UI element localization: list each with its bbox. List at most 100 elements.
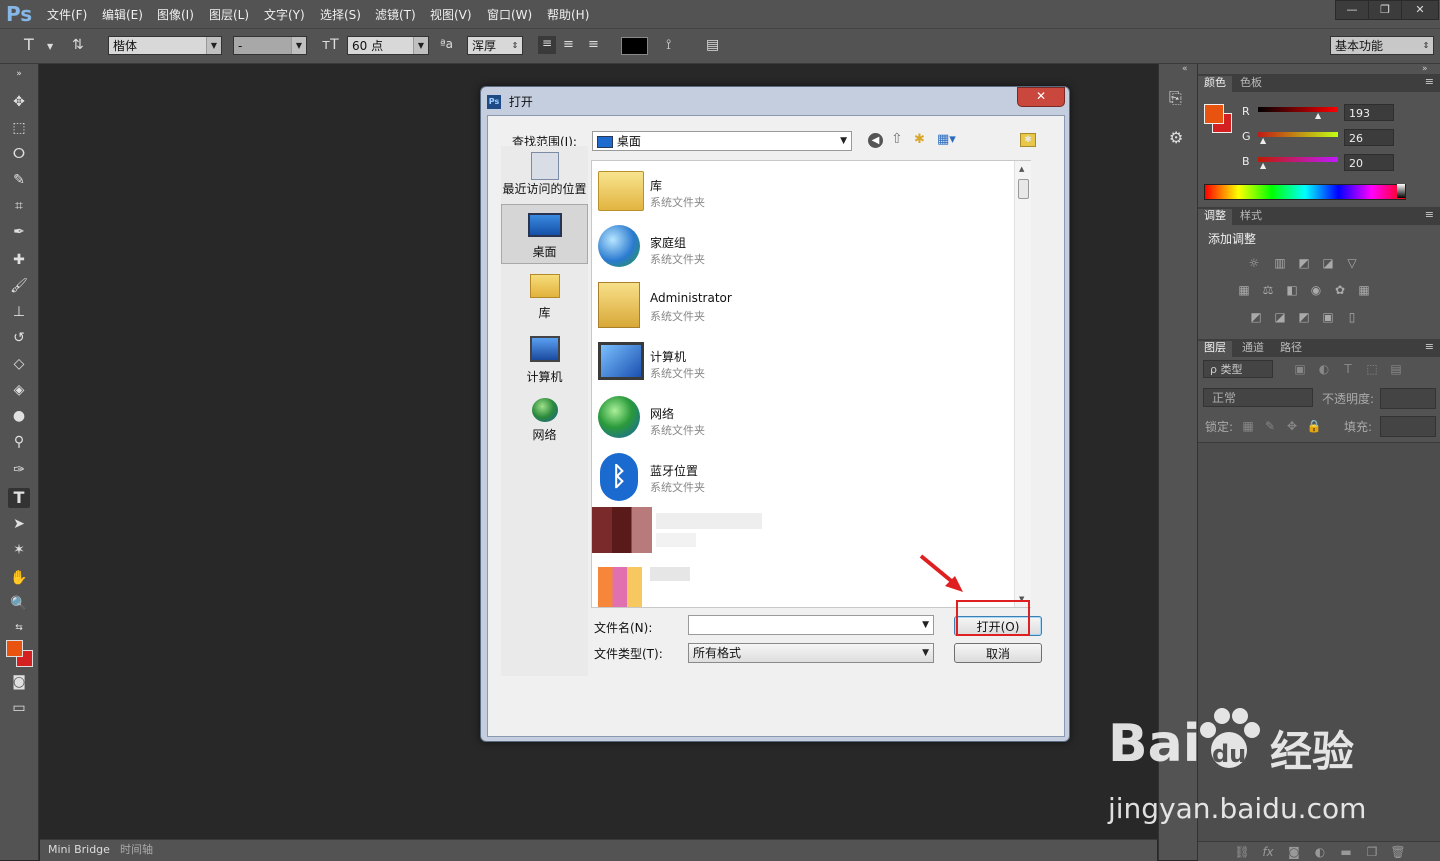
text-color-swatch[interactable]: [621, 37, 648, 55]
exposure-icon[interactable]: ◪: [1320, 256, 1336, 270]
place-library[interactable]: 库: [501, 270, 588, 324]
blue-slider[interactable]: [1258, 157, 1338, 162]
gradient-map-icon[interactable]: ▯: [1344, 310, 1360, 324]
scroll-thumb[interactable]: [1018, 179, 1029, 199]
threshold-icon[interactable]: ◩: [1296, 310, 1312, 324]
link-layers-icon[interactable]: ⛓: [1234, 845, 1250, 859]
panel-menu-icon[interactable]: ≡: [1425, 340, 1434, 353]
menu-type[interactable]: 文字(Y): [264, 6, 305, 23]
menu-edit[interactable]: 编辑(E): [102, 6, 143, 23]
menu-file[interactable]: 文件(F): [47, 6, 87, 23]
crop-tool-icon[interactable]: ⌗: [8, 196, 30, 216]
tab-mini-bridge[interactable]: Mini Bridge: [40, 840, 118, 860]
dialog-close-button[interactable]: ✕: [1017, 87, 1065, 107]
lock-position-icon[interactable]: ✥: [1284, 419, 1300, 433]
clone-stamp-tool-icon[interactable]: ⊥: [8, 302, 30, 322]
red-slider[interactable]: [1258, 107, 1338, 112]
green-value[interactable]: 26: [1344, 129, 1394, 146]
spectrum-bw-ramp[interactable]: [1397, 184, 1405, 198]
selective-color-icon[interactable]: ▣: [1320, 310, 1336, 324]
up-folder-icon[interactable]: ⇧: [891, 131, 903, 147]
antialias-select[interactable]: 浑厚 ⇕: [467, 36, 523, 55]
channel-mixer-icon[interactable]: ✿: [1332, 283, 1348, 297]
healing-brush-tool-icon[interactable]: ✚: [8, 250, 30, 270]
menu-filter[interactable]: 滤镜(T): [375, 6, 416, 23]
warp-text-icon[interactable]: ⟟: [666, 37, 671, 53]
paint-bucket-tool-icon[interactable]: ◈: [8, 380, 30, 400]
new-layer-icon[interactable]: ❐: [1364, 845, 1380, 859]
tab-swatches[interactable]: 色板: [1234, 76, 1268, 92]
lock-all-icon[interactable]: 🔒: [1306, 419, 1322, 433]
tab-styles[interactable]: 样式: [1234, 209, 1268, 225]
workspace-select[interactable]: 基本功能 ⇕: [1330, 36, 1434, 55]
quick-mask-icon[interactable]: ◙: [8, 672, 30, 692]
filter-pixel-icon[interactable]: ▣: [1292, 362, 1308, 376]
new-folder-icon[interactable]: ✱: [914, 132, 925, 147]
posterize-icon[interactable]: ◪: [1272, 310, 1288, 324]
new-group-icon[interactable]: ▬: [1338, 845, 1354, 859]
brightness-icon[interactable]: ☼: [1246, 256, 1262, 270]
place-desktop[interactable]: 桌面: [501, 204, 588, 264]
chevron-down-icon[interactable]: ▼: [47, 42, 53, 51]
place-network[interactable]: 网络: [501, 394, 588, 448]
move-tool-icon[interactable]: ✥: [8, 92, 30, 112]
menu-select[interactable]: 选择(S): [320, 6, 361, 23]
marquee-tool-icon[interactable]: ⬚: [8, 118, 30, 138]
filter-adjustment-icon[interactable]: ◐: [1316, 362, 1332, 376]
tab-color[interactable]: 颜色: [1198, 76, 1232, 92]
history-panel-icon[interactable]: ⎘: [1169, 88, 1182, 108]
panel-collapse-icon[interactable]: »: [8, 64, 30, 84]
list-item[interactable]: 库 系统文件夹: [592, 163, 1012, 217]
type-tool-preset-icon[interactable]: T: [24, 35, 34, 54]
pen-tool-icon[interactable]: ✑: [8, 460, 30, 480]
filetype-select[interactable]: 所有格式 ▼: [688, 643, 934, 663]
panel-menu-icon[interactable]: ≡: [1425, 208, 1434, 221]
place-recent[interactable]: 最近访问的位置: [501, 148, 588, 202]
tab-channels[interactable]: 通道: [1236, 341, 1270, 357]
foreground-color-swatch[interactable]: [6, 640, 23, 657]
scroll-up-icon[interactable]: ▲: [1019, 165, 1024, 173]
dodge-tool-icon[interactable]: ⚲: [8, 432, 30, 452]
list-item[interactable]: [592, 505, 762, 555]
black-white-icon[interactable]: ◧: [1284, 283, 1300, 297]
align-left-icon[interactable]: ≡: [538, 36, 556, 54]
filter-smart-icon[interactable]: ▤: [1388, 362, 1404, 376]
expand-panels-icon[interactable]: «: [1182, 64, 1188, 74]
list-item[interactable]: 计算机 系统文件夹: [592, 334, 1012, 388]
blur-tool-icon[interactable]: ●: [8, 406, 30, 426]
blue-value[interactable]: 20: [1344, 154, 1394, 171]
lasso-tool-icon[interactable]: ⵔ: [8, 144, 30, 164]
screen-mode-icon[interactable]: ▭: [8, 698, 30, 718]
list-item[interactable]: [592, 563, 702, 607]
properties-panel-icon[interactable]: ⚙: [1169, 128, 1183, 147]
new-adjustment-icon[interactable]: ◐: [1312, 845, 1328, 859]
view-menu-icon[interactable]: ▦▾: [937, 132, 956, 147]
photo-filter-icon[interactable]: ◉: [1308, 283, 1324, 297]
list-item[interactable]: ᛒ 蓝牙位置 系统文件夹: [592, 448, 1012, 502]
eraser-tool-icon[interactable]: ◇: [8, 354, 30, 374]
font-family-select[interactable]: 楷体 ▼: [108, 36, 222, 55]
color-spectrum-bar[interactable]: [1204, 184, 1406, 200]
filter-type-icon[interactable]: T: [1340, 362, 1356, 376]
fill-input[interactable]: [1380, 416, 1436, 437]
list-item[interactable]: Administrator 系统文件夹: [592, 277, 1012, 331]
character-panel-icon[interactable]: ▤: [706, 37, 719, 53]
brush-tool-icon[interactable]: 🖌: [8, 276, 30, 296]
levels-icon[interactable]: ▥: [1272, 256, 1288, 270]
add-mask-icon[interactable]: ◙: [1286, 845, 1302, 859]
place-computer[interactable]: 计算机: [501, 332, 588, 386]
hue-saturation-icon[interactable]: ▦: [1236, 283, 1252, 297]
red-value[interactable]: 193: [1344, 104, 1394, 121]
collapse-panels-icon[interactable]: »: [1422, 64, 1428, 74]
blend-mode-select[interactable]: 正常: [1203, 388, 1313, 407]
history-brush-tool-icon[interactable]: ↺: [8, 328, 30, 348]
look-in-select[interactable]: 桌面 ▼: [592, 131, 852, 151]
menu-image[interactable]: 图像(I): [157, 6, 194, 23]
layer-style-icon[interactable]: fx: [1260, 845, 1276, 859]
menu-help[interactable]: 帮助(H): [547, 6, 589, 23]
eyedropper-tool-icon[interactable]: ✒: [8, 222, 30, 242]
favorites-folder-icon[interactable]: ✱: [1020, 133, 1036, 147]
menu-layer[interactable]: 图层(L): [209, 6, 249, 23]
lock-transparent-icon[interactable]: ▦: [1240, 419, 1256, 433]
tab-timeline[interactable]: 时间轴: [120, 840, 153, 860]
